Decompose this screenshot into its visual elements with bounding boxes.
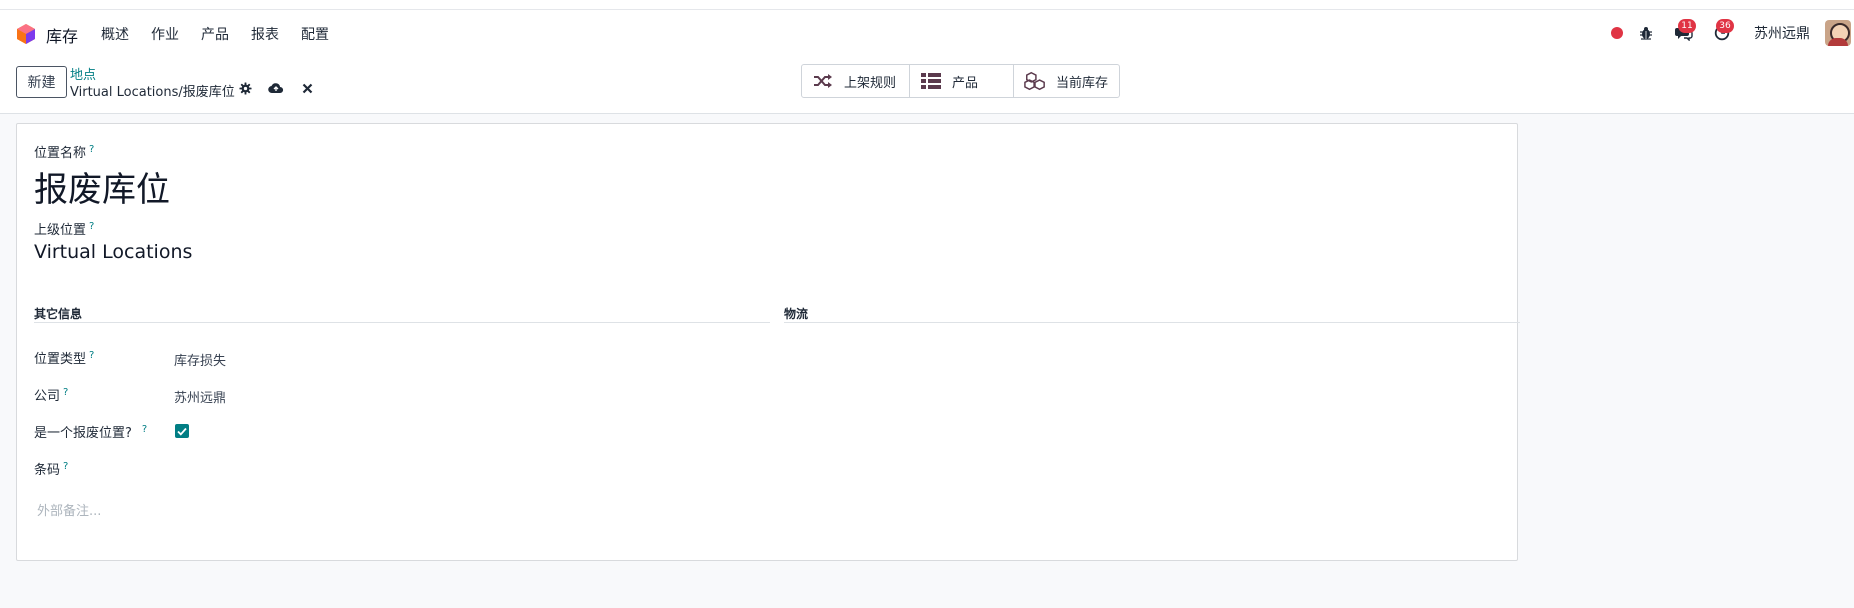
menu-overview[interactable]: 概述: [101, 24, 129, 44]
menu-configuration[interactable]: 配置: [301, 24, 329, 44]
putaway-rules-label: 上架规则: [844, 75, 897, 91]
help-tooltip-icon[interactable]: ?: [63, 461, 68, 472]
current-stock-button[interactable]: 当前库存: [1014, 65, 1119, 97]
barcode-label: 条码?: [34, 459, 68, 478]
location-type-label: 位置类型?: [34, 348, 94, 367]
company-label: 公司?: [34, 385, 68, 404]
help-tooltip-icon[interactable]: ?: [89, 144, 94, 155]
messages-badge: 11: [1678, 19, 1696, 33]
parent-location-label-text: 上级位置: [34, 223, 87, 238]
location-type-label-text: 位置类型: [34, 352, 87, 367]
list-icon: [920, 71, 942, 91]
app-name[interactable]: 库存: [46, 23, 78, 47]
parent-location-field[interactable]: Virtual Locations: [34, 241, 192, 263]
smart-buttons: 上架规则 产品 当前库存: [801, 64, 1120, 98]
putaway-rules-button[interactable]: 上架规则: [802, 65, 910, 97]
scrap-location-checkbox[interactable]: [175, 424, 189, 438]
location-name-label: 位置名称?: [34, 142, 94, 161]
help-tooltip-icon[interactable]: ?: [142, 424, 147, 435]
main-navbar: 库存 概述 作业 产品 报表 配置 11 36 苏州远鼎: [0, 10, 1854, 56]
company-field[interactable]: 苏州远鼎: [174, 387, 226, 406]
company-switcher[interactable]: 苏州远鼎: [1754, 10, 1810, 56]
external-notes-field[interactable]: 外部备注...: [37, 500, 637, 519]
control-panel: 新建 地点 Virtual Locations/报废库位 上架规则 产品 当前库…: [0, 56, 1854, 114]
company-label-text: 公司: [34, 389, 61, 404]
breadcrumb-current-record: Virtual Locations/报废库位: [70, 85, 235, 100]
help-tooltip-icon[interactable]: ?: [63, 387, 68, 398]
help-tooltip-icon[interactable]: ?: [89, 221, 94, 232]
menu-operations[interactable]: 作业: [151, 24, 179, 44]
products-label: 产品: [952, 75, 979, 91]
location-type-field[interactable]: 库存损失: [174, 350, 226, 369]
activities-badge: 36: [1716, 19, 1734, 33]
debug-menu[interactable]: [1634, 10, 1658, 56]
browser-top-strip: [0, 0, 1854, 10]
help-tooltip-icon[interactable]: ?: [89, 350, 94, 361]
scrap-location-label: 是一个报废位置??: [34, 422, 147, 441]
bug-icon: [1640, 27, 1652, 40]
user-avatar: [1825, 20, 1851, 46]
parent-location-label: 上级位置?: [34, 219, 94, 238]
systray: 11 36 苏州远鼎: [1606, 10, 1854, 56]
cubes-icon: [1024, 71, 1046, 91]
menu-reporting[interactable]: 报表: [251, 24, 279, 44]
location-name-label-text: 位置名称: [34, 146, 87, 161]
form-sheet: 位置名称? 报废库位 上级位置? Virtual Locations 其它信息 …: [16, 123, 1520, 561]
check-icon: [177, 427, 187, 436]
barcode-field[interactable]: [174, 461, 734, 479]
group-other-info-title: 其它信息: [34, 307, 83, 321]
user-menu[interactable]: [1824, 10, 1852, 56]
scrap-location-label-text: 是一个报废位置?: [34, 426, 132, 441]
record-actions: [237, 80, 315, 96]
messaging-menu[interactable]: 11: [1666, 10, 1702, 56]
products-button[interactable]: 产品: [910, 65, 1014, 97]
group-other-info-divider: [34, 322, 770, 323]
top-menu: 概述 作业 产品 报表 配置: [101, 24, 351, 44]
current-stock-label: 当前库存: [1056, 75, 1109, 91]
group-logistics-title: 物流: [784, 307, 809, 321]
record-dot-icon: [1611, 27, 1623, 39]
discard-icon[interactable]: [299, 80, 315, 96]
group-logistics-divider: [784, 322, 1520, 323]
recording-indicator[interactable]: [1606, 10, 1628, 56]
location-name-field[interactable]: 报废库位: [34, 162, 170, 211]
company-name: 苏州远鼎: [1754, 26, 1810, 42]
barcode-label-text: 条码: [34, 463, 61, 478]
shuffle-icon: [812, 71, 834, 91]
inventory-app-icon[interactable]: [16, 23, 36, 45]
activity-menu[interactable]: 36: [1704, 10, 1740, 56]
gear-icon[interactable]: [237, 80, 253, 96]
menu-products[interactable]: 产品: [201, 24, 229, 44]
cloud-upload-icon[interactable]: [267, 80, 285, 96]
new-button[interactable]: 新建: [16, 66, 67, 98]
